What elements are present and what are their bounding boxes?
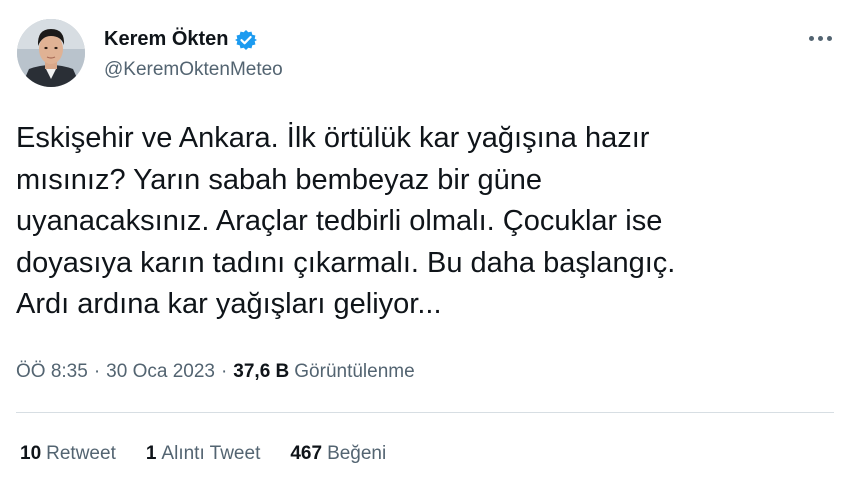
quotes-count: 1 [145, 443, 157, 464]
tweet-text: Eskişehir ve Ankara. İlk örtülük kar yağ… [16, 122, 676, 320]
author-name[interactable]: Kerem Ökten [104, 28, 229, 51]
tweet-meta: ÖÖ 8:35 · 30 Oca 2023 · 37,6 B Görüntüle… [16, 361, 415, 383]
quotes-label: Alıntı Tweet [161, 443, 261, 464]
tweet-time[interactable]: ÖÖ 8:35 [16, 361, 88, 383]
likes-stat[interactable]: 467 Beğeni [290, 443, 386, 465]
views-count: 37,6 B [233, 361, 290, 382]
retweets-stat[interactable]: 10 Retweet [20, 443, 116, 465]
meta-separator: · [220, 361, 228, 382]
tweet-date[interactable]: 30 Oca 2023 [106, 361, 215, 383]
tweet-stats: 10 Retweet 1 Alıntı Tweet 467 Beğeni [20, 443, 386, 465]
author-handle[interactable]: @KeremOktenMeteo [104, 59, 283, 81]
divider [16, 412, 834, 413]
likes-label: Beğeni [327, 443, 387, 464]
verified-badge-icon [234, 29, 257, 51]
meta-separator: · [93, 361, 101, 382]
author-name-row: Kerem Ökten [104, 28, 257, 51]
more-horizontal-icon [817, 35, 823, 41]
views-label: Görüntülenme [294, 361, 415, 382]
retweets-label: Retweet [46, 443, 116, 464]
more-horizontal-icon [826, 35, 832, 41]
retweets-count: 10 [20, 443, 42, 464]
avatar[interactable] [17, 19, 85, 87]
avatar-image [17, 19, 85, 87]
quotes-stat[interactable]: 1 Alıntı Tweet [146, 443, 261, 465]
more-options-button[interactable] [805, 26, 835, 50]
more-horizontal-icon [808, 35, 814, 41]
likes-count: 467 [290, 443, 323, 464]
